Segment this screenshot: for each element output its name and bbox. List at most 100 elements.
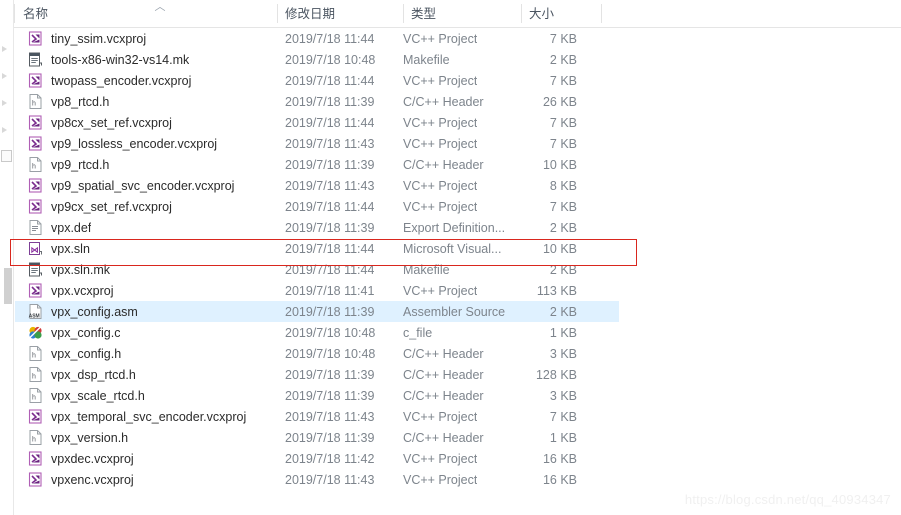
file-row[interactable]: ⋈ vpx.sln 2019/7/18 11:44 Microsoft Visual.…	[14, 238, 901, 259]
file-name-cell: twopass_encoder.vcxproj	[51, 74, 192, 88]
header-icon: h	[28, 346, 43, 361]
file-row[interactable]: h vp9_rtcd.h 2019/7/18 11:39 C/C++ Header 10…	[14, 154, 901, 175]
svg-text:h: h	[32, 353, 36, 360]
sln-icon: ⋈	[28, 241, 43, 256]
svg-text:h: h	[32, 437, 36, 444]
nav-tree-expander-icon[interactable]	[2, 46, 7, 52]
navigation-pane-scrollbar-thumb[interactable]	[4, 268, 12, 304]
file-date-cell: 2019/7/18 11:39	[285, 305, 375, 319]
nav-tree-expander-icon[interactable]	[2, 73, 7, 79]
file-name-cell: vp9_rtcd.h	[51, 158, 110, 172]
vcxproj-icon	[28, 136, 43, 151]
file-row[interactable]: vpx.def 2019/7/18 11:39 Export Definition.…	[14, 217, 901, 238]
file-name-cell: vpx.sln	[51, 242, 90, 256]
file-date-cell: 2019/7/18 11:44	[285, 116, 375, 130]
file-row[interactable]: h vpx_dsp_rtcd.h 2019/7/18 11:39 C/C++ Head…	[14, 364, 901, 385]
def-icon	[28, 220, 43, 235]
vcxproj-icon	[28, 409, 43, 424]
file-row[interactable]: vpx_temporal_svc_encoder.vcxproj 2019/7/1…	[14, 406, 901, 427]
file-type-cell: VC++ Project	[403, 200, 478, 214]
file-row[interactable]: vp8cx_set_ref.vcxproj 2019/7/18 11:44 VC++…	[14, 112, 901, 133]
column-resize-handle[interactable]	[403, 4, 404, 23]
svg-text:h: h	[32, 374, 36, 381]
file-row[interactable]: vp9_lossless_encoder.vcxproj 2019/7/18 11…	[14, 133, 901, 154]
file-list: tiny_ssim.vcxproj 2019/7/18 11:44 VC++ Pro…	[14, 28, 901, 490]
file-name-cell: vpx.sln.mk	[51, 263, 111, 277]
column-header-type[interactable]: 类型	[411, 0, 436, 27]
file-date-cell: 2019/7/18 11:44	[285, 242, 375, 256]
file-date-cell: 2019/7/18 11:41	[285, 284, 375, 298]
file-type-cell: VC++ Project	[403, 452, 478, 466]
file-size-cell: 2 KB	[549, 263, 577, 277]
file-name-cell: vpx_config.c	[51, 326, 121, 340]
column-header-date-modified[interactable]: 修改日期	[285, 0, 335, 27]
file-size-cell: 8 KB	[549, 179, 577, 193]
file-date-cell: 2019/7/18 11:43	[285, 410, 375, 424]
file-type-cell: VC++ Project	[403, 473, 478, 487]
watermark-text: https://blog.csdn.net/qq_40934347	[684, 492, 891, 507]
nav-tree-expander-icon[interactable]	[2, 127, 7, 133]
file-name-cell: vp9cx_set_ref.vcxproj	[51, 200, 172, 214]
file-name-cell: tools-x86-win32-vs14.mk	[51, 53, 190, 67]
file-row[interactable]: vpxdec.vcxproj 2019/7/18 11:42 VC++ Projec…	[14, 448, 901, 469]
nav-folder-icon[interactable]	[1, 150, 12, 162]
file-type-cell: Makefile	[403, 263, 450, 277]
file-row[interactable]: vpx.sln.mk 2019/7/18 11:44 Makefile 2 KB	[14, 259, 901, 280]
file-date-cell: 2019/7/18 11:39	[285, 221, 375, 235]
file-row[interactable]: h vp8_rtcd.h 2019/7/18 11:39 C/C++ Header 26…	[14, 91, 901, 112]
file-size-cell: 10 KB	[542, 242, 577, 256]
column-resize-handle[interactable]	[601, 4, 602, 23]
file-size-cell: 3 KB	[549, 389, 577, 403]
file-date-cell: 2019/7/18 10:48	[285, 326, 376, 340]
file-row[interactable]: tiny_ssim.vcxproj 2019/7/18 11:44 VC++ Pro…	[14, 28, 901, 49]
column-resize-handle[interactable]	[277, 4, 278, 23]
file-name-cell: vpxdec.vcxproj	[51, 452, 134, 466]
cfile-icon	[28, 325, 43, 340]
file-type-cell: C/C++ Header	[403, 368, 484, 382]
file-type-cell: VC++ Project	[403, 32, 478, 46]
svg-text:h: h	[32, 164, 36, 171]
sort-ascending-icon: ︿	[154, 1, 166, 13]
file-date-cell: 2019/7/18 11:39	[285, 389, 375, 403]
file-row[interactable]: h vpx_scale_rtcd.h 2019/7/18 11:39 C/C++ He…	[14, 385, 901, 406]
file-name-cell: vpxenc.vcxproj	[51, 473, 134, 487]
file-date-cell: 2019/7/18 11:39	[285, 368, 375, 382]
file-date-cell: 2019/7/18 11:43	[285, 137, 375, 151]
file-size-cell: 7 KB	[549, 137, 577, 151]
file-type-cell: c_file	[403, 326, 433, 340]
file-row[interactable]: vpx.vcxproj 2019/7/18 11:41 VC++ Project 11…	[14, 280, 901, 301]
file-row[interactable]: vp9cx_set_ref.vcxproj 2019/7/18 11:44 VC++…	[14, 196, 901, 217]
file-size-cell: 3 KB	[549, 347, 577, 361]
file-row[interactable]: twopass_encoder.vcxproj 2019/7/18 11:44 VC…	[14, 70, 901, 91]
column-resize-handle[interactable]	[521, 4, 522, 23]
svg-text:ASM: ASM	[29, 314, 40, 319]
header-icon: h	[28, 430, 43, 445]
vcxproj-icon	[28, 283, 43, 298]
column-header-size[interactable]: 大小	[529, 0, 554, 27]
vcxproj-icon	[28, 199, 43, 214]
file-row[interactable]: h vpx_version.h 2019/7/18 11:39 C/C++ Heade…	[14, 427, 901, 448]
file-type-cell: C/C++ Header	[403, 431, 484, 445]
nav-tree-expander-icon[interactable]	[2, 100, 7, 106]
column-header-name[interactable]: 名称	[23, 0, 48, 27]
file-row[interactable]: vpx_config.c 2019/7/18 10:48 c_file 1 KB	[14, 322, 901, 343]
file-size-cell: 128 KB	[535, 368, 577, 382]
file-row[interactable]: tools-x86-win32-vs14.mk 2019/7/18 10:48 Ma…	[14, 49, 901, 70]
vcxproj-icon	[28, 115, 43, 130]
file-size-cell: 26 KB	[542, 95, 577, 109]
file-date-cell: 2019/7/18 11:44	[285, 200, 375, 214]
file-row[interactable]: ASM vpx_config.asm 2019/7/18 11:39 Assemble…	[14, 301, 901, 322]
file-name-cell: vpx.def	[51, 221, 92, 235]
vcxproj-icon	[28, 472, 43, 487]
file-type-cell: C/C++ Header	[403, 389, 484, 403]
file-row[interactable]: vpxenc.vcxproj 2019/7/18 11:43 VC++ Projec…	[14, 469, 901, 490]
file-size-cell: 7 KB	[549, 32, 577, 46]
file-size-cell: 113 KB	[536, 284, 577, 298]
file-name-cell: vp9_lossless_encoder.vcxproj	[51, 137, 218, 151]
file-name-cell: vpx_temporal_svc_encoder.vcxproj	[51, 410, 247, 424]
file-date-cell: 2019/7/18 10:48	[285, 347, 376, 361]
navigation-pane[interactable]	[0, 0, 13, 515]
file-row[interactable]: vp9_spatial_svc_encoder.vcxproj 2019/7/18…	[14, 175, 901, 196]
file-row[interactable]: h vpx_config.h 2019/7/18 10:48 C/C++ Header…	[14, 343, 901, 364]
file-type-cell: Makefile	[403, 53, 450, 67]
